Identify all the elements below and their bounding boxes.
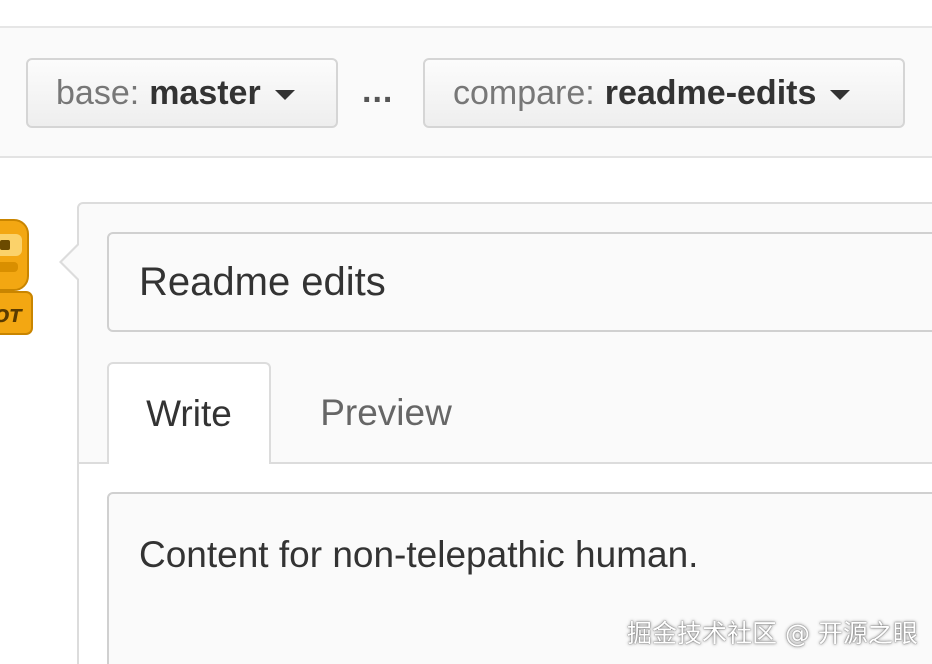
pull-request-title-input[interactable] (107, 232, 932, 332)
discussion-pointer-fill (62, 245, 79, 279)
octocat-robot-avatar-icon: OT (0, 219, 33, 335)
base-branch-selector[interactable]: base: master (26, 58, 338, 128)
compare-branch-selector[interactable]: compare: readme-edits (423, 58, 905, 128)
caret-down-icon (274, 90, 295, 100)
tab-preview[interactable]: Preview (296, 362, 476, 464)
tab-write[interactable]: Write (107, 362, 271, 464)
caret-down-icon (830, 90, 851, 100)
range-separator: ... (362, 72, 394, 110)
compare-branch-name: readme-edits (604, 73, 817, 112)
base-branch-name: master (149, 73, 261, 112)
base-branch-prefix: base: (56, 73, 140, 112)
branch-compare-bar: base: master ... compare: readme-edits (0, 26, 932, 158)
watermark: 掘金技术社区 @ 开源之眼 (627, 619, 918, 648)
compare-page: base: master ... compare: readme-edits O… (0, 0, 932, 664)
compare-branch-prefix: compare: (453, 73, 595, 112)
avatar-label: OT (0, 306, 24, 327)
